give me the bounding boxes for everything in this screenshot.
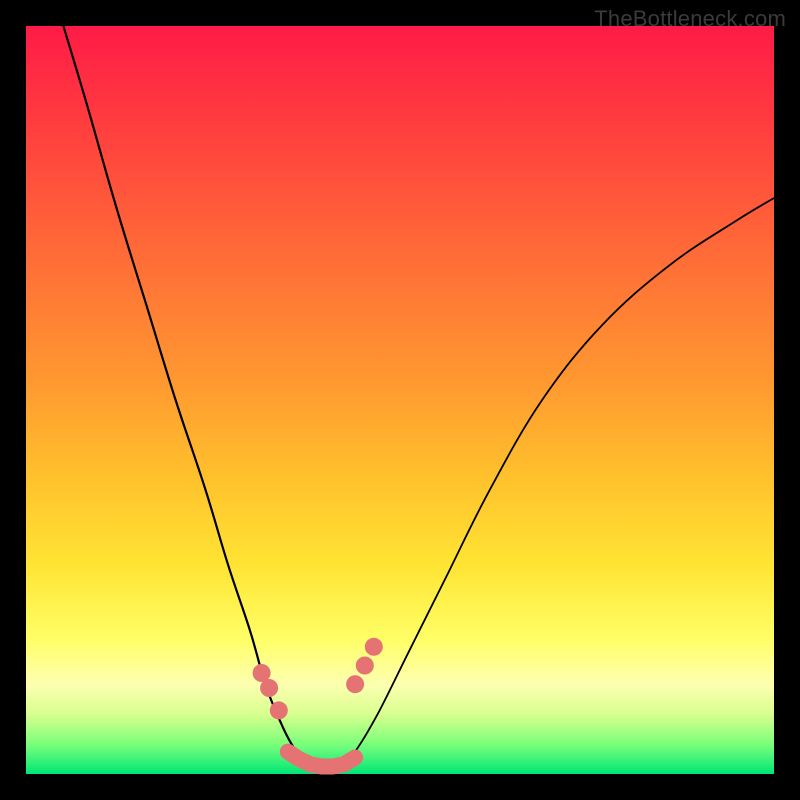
marker-dot <box>346 675 364 693</box>
chart-frame: TheBottleneck.com <box>0 0 800 800</box>
bottom-sausage <box>288 752 355 767</box>
watermark-text: TheBottleneck.com <box>594 6 786 32</box>
marker-dot <box>356 657 374 675</box>
marker-dot <box>365 638 383 656</box>
marker-dot <box>260 679 278 697</box>
plot-area <box>26 26 774 774</box>
curves-svg <box>26 26 774 774</box>
marker-group <box>253 638 383 720</box>
right-curve <box>340 198 774 767</box>
left-curve <box>63 26 314 767</box>
marker-dot <box>270 701 288 719</box>
